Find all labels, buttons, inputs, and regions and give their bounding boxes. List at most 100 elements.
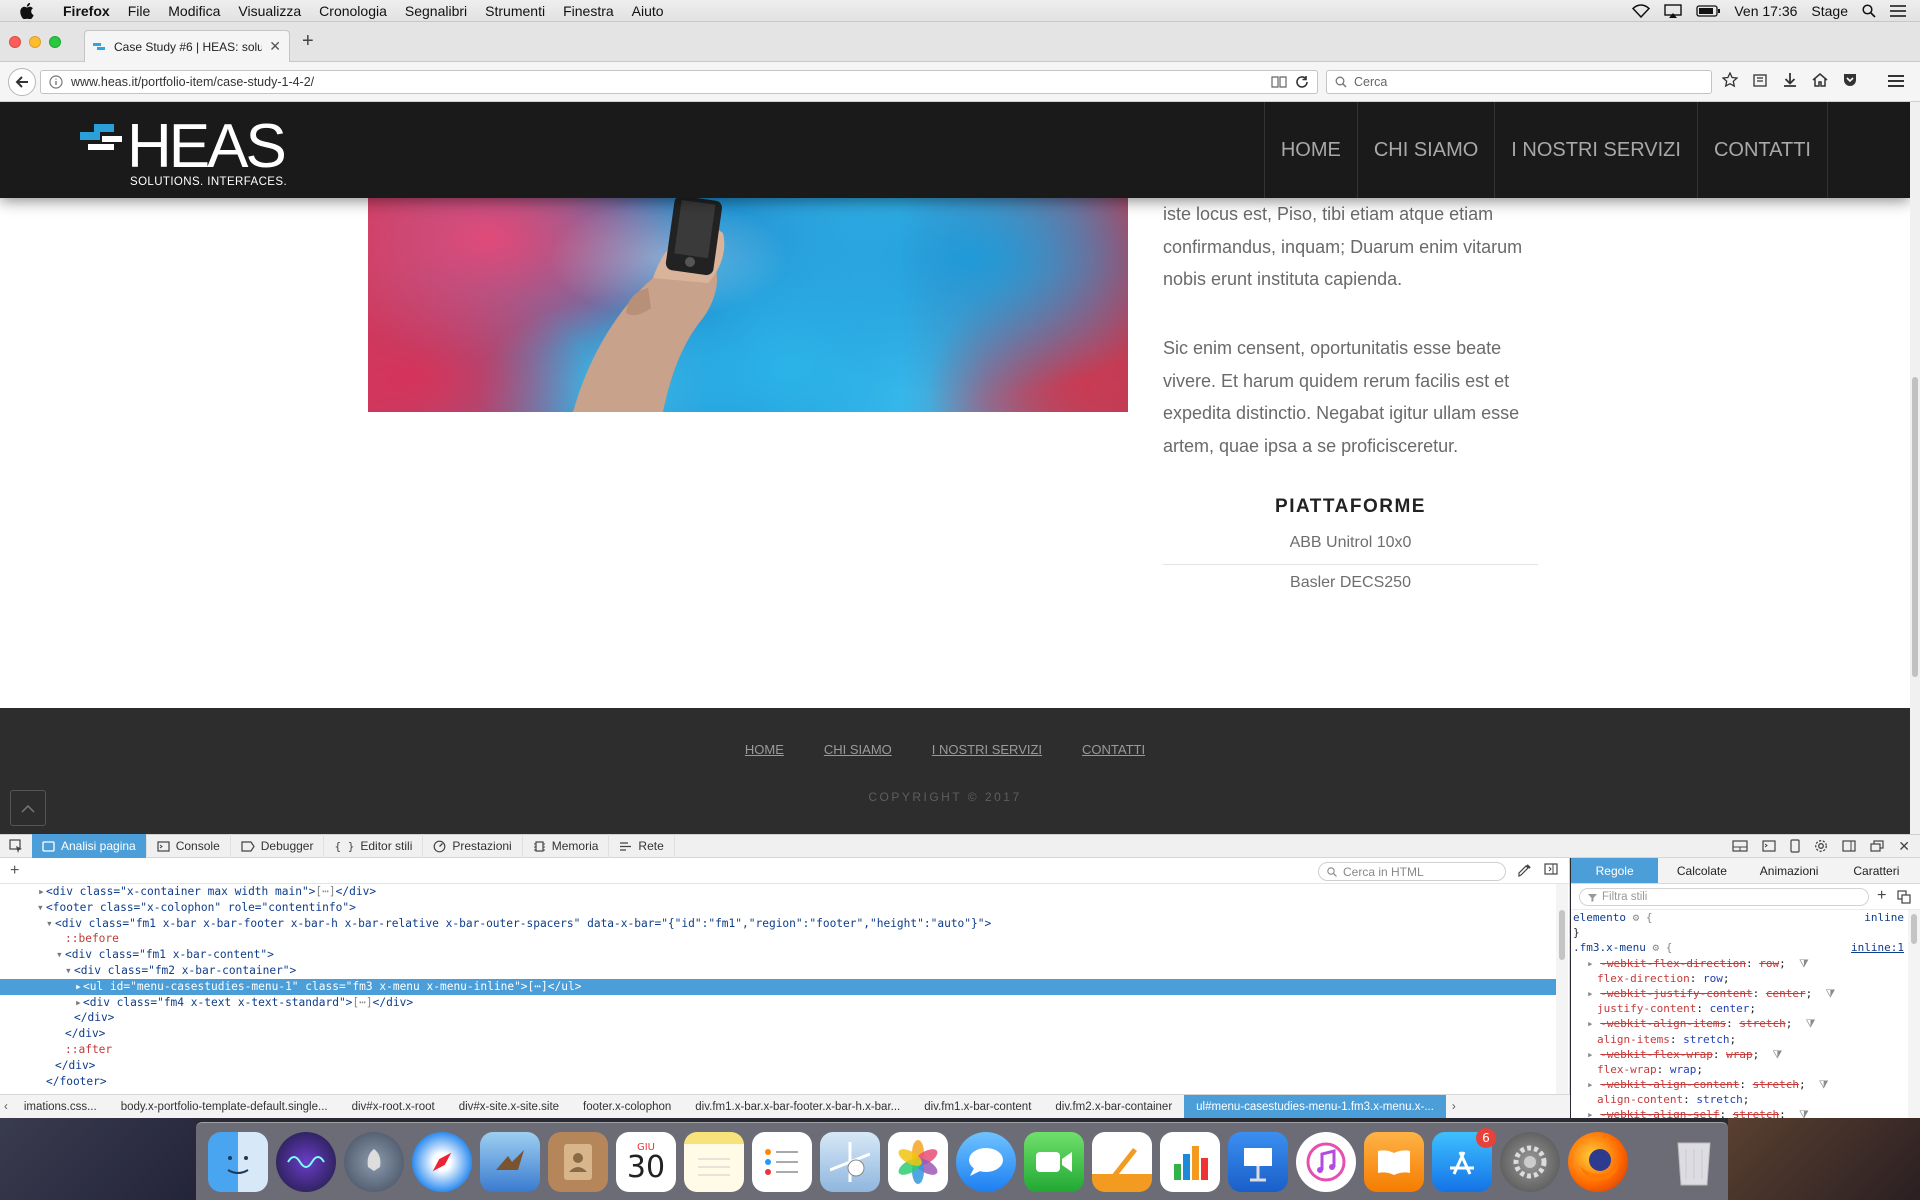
breadcrumb-scroll-right-icon[interactable]: › (1446, 1101, 1462, 1113)
breadcrumb-item-active[interactable]: ul#menu-casestudies-menu-1.fm3.x-menu.x-… (1184, 1095, 1446, 1118)
declaration-overridden[interactable]: ▸ -webkit-flex-wrap: wrap; ⧩ (1573, 1047, 1908, 1062)
declaration[interactable]: align-items: stretch; (1573, 1032, 1908, 1047)
reader-view-icon[interactable] (1271, 76, 1287, 88)
menu-cronologia[interactable]: Cronologia (310, 3, 396, 19)
collapse-arrow-icon[interactable]: ▾ (46, 916, 53, 932)
pages-icon[interactable] (1092, 1131, 1152, 1192)
footer-link-servizi[interactable]: I NOSTRI SERVIZI (932, 742, 1042, 757)
wifi-icon[interactable] (1632, 3, 1651, 18)
bookmarks-library-icon[interactable] (1752, 72, 1768, 88)
breadcrumb-item[interactable]: footer.x-colophon (571, 1095, 683, 1118)
finder-icon[interactable] (208, 1131, 268, 1192)
declaration-overridden[interactable]: ▸ -webkit-justify-content: center; ⧩ (1573, 986, 1908, 1001)
menu-aiuto[interactable]: Aiuto (623, 3, 673, 19)
back-to-top-button[interactable] (10, 790, 46, 826)
contacts-book-icon[interactable] (548, 1131, 608, 1192)
siri-icon[interactable] (276, 1131, 336, 1192)
rule-header[interactable]: .fm3.x-menu ⚙ {inline:1 (1573, 940, 1908, 955)
collapse-arrow-icon[interactable]: ▾ (37, 900, 44, 916)
ibooks-icon[interactable] (1364, 1131, 1424, 1192)
toggle-sidebar-icon[interactable] (1842, 840, 1856, 852)
expand-arrow-icon[interactable]: ▸ (1587, 1048, 1600, 1061)
tab-debugger[interactable]: Debugger (231, 834, 325, 858)
pocket-icon[interactable] (1842, 72, 1858, 88)
declaration-overridden[interactable]: ▸ -webkit-align-self: stretch; ⧩ (1573, 1107, 1908, 1118)
menu-modifica[interactable]: Modifica (159, 3, 229, 19)
markup-node[interactable]: </div> (0, 1058, 1556, 1074)
markup-node[interactable]: ::before (0, 931, 1556, 947)
expand-arrow-icon[interactable]: ▸ (38, 884, 45, 900)
rules-scrollbar-thumb[interactable] (1911, 914, 1917, 944)
firefox-icon[interactable] (1568, 1131, 1628, 1192)
tab-style-editor[interactable]: { } Editor stili (324, 834, 424, 858)
expand-arrow-icon[interactable]: ▸ (1587, 957, 1600, 970)
site-logo[interactable]: HEAS SOLUTIONS. INTERFACES. (80, 116, 287, 188)
declaration-overridden[interactable]: ▸ -webkit-align-items: stretch; ⧩ (1573, 1016, 1908, 1031)
responsive-mode-icon[interactable] (1790, 839, 1800, 853)
breadcrumb-item[interactable]: div#x-site.x-site.site (447, 1095, 571, 1118)
notes-icon[interactable] (684, 1131, 744, 1192)
breadcrumb-item[interactable]: imations.css... (12, 1095, 109, 1118)
declaration[interactable]: justify-content: center; (1573, 1001, 1908, 1016)
tab-computed[interactable]: Calcolate (1658, 858, 1745, 883)
hamburger-menu-icon[interactable] (1888, 74, 1904, 88)
page-scrollbar-thumb[interactable] (1912, 377, 1918, 677)
markup-scrollbar-thumb[interactable] (1559, 910, 1565, 960)
toggle-pseudo-classes-icon[interactable] (1897, 890, 1911, 904)
filter-funnel-icon[interactable]: ⧩ (1786, 957, 1809, 970)
tab-close-icon[interactable]: ✕ (269, 38, 281, 55)
home-icon[interactable] (1812, 72, 1828, 88)
expand-arrow-icon[interactable]: ▸ (1587, 1108, 1600, 1118)
collapse-arrow-icon[interactable]: ▾ (56, 947, 63, 963)
bookmark-star-icon[interactable] (1722, 72, 1738, 88)
downloads-icon[interactable] (1782, 72, 1798, 88)
collapsed-ellipsis-icon[interactable]: [⋯] (528, 980, 548, 993)
window-zoom-button[interactable] (49, 36, 61, 48)
rule-header[interactable]: elemento ⚙ {inline (1573, 910, 1908, 925)
settings-gear-icon[interactable] (1814, 839, 1828, 853)
expand-arrow-icon[interactable]: ▸ (1587, 1078, 1600, 1091)
breadcrumb-item[interactable]: div.fm1.x-bar.x-bar-footer.x-bar-h.x-bar… (683, 1095, 912, 1118)
menubar-clock[interactable]: Ven 17:36 (1734, 3, 1797, 19)
markup-node-selected[interactable]: ▸ <ul id="menu-casestudies-menu-1" class=… (0, 978, 1556, 995)
url-text[interactable]: www.heas.it/portfolio-item/case-study-1-… (71, 75, 1263, 89)
mail-eagle-icon[interactable] (480, 1131, 540, 1192)
calendar-icon[interactable]: GIU 30 (616, 1131, 676, 1192)
breadcrumb-item[interactable]: div#x-root.x-root (340, 1095, 447, 1118)
markup-node[interactable]: </div> (0, 1026, 1556, 1042)
breadcrumb-item[interactable]: body.x-portfolio-template-default.single… (109, 1095, 340, 1118)
keynote-icon[interactable] (1228, 1131, 1288, 1192)
collapsed-ellipsis-icon[interactable]: [⋯] (352, 996, 372, 1009)
new-tab-button[interactable]: + (302, 30, 314, 53)
numbers-icon[interactable] (1160, 1131, 1220, 1192)
window-close-button[interactable] (9, 36, 21, 48)
expand-arrow-icon[interactable]: ▸ (1587, 1017, 1600, 1030)
markup-node[interactable]: ▸ <div class="fm4 x-text x-text-standard"… (0, 995, 1556, 1011)
tab-fonts[interactable]: Caratteri (1833, 858, 1920, 883)
reload-icon[interactable] (1295, 75, 1309, 89)
menubar-user[interactable]: Stage (1811, 3, 1848, 19)
menu-file[interactable]: File (119, 3, 160, 19)
tab-performance[interactable]: Prestazioni (423, 834, 523, 858)
photos-icon[interactable] (888, 1131, 948, 1192)
breadcrumb-scroll-left-icon[interactable]: ‹ (0, 1101, 12, 1113)
markup-node[interactable]: ▾ <footer class="x-colophon" role="conten… (0, 900, 1556, 916)
element-picker-icon[interactable] (0, 839, 32, 853)
back-button[interactable] (8, 68, 36, 96)
launchpad-rocket-icon[interactable] (344, 1131, 404, 1192)
collapse-arrow-icon[interactable]: ▾ (65, 963, 72, 979)
itunes-music-icon[interactable] (1296, 1131, 1356, 1192)
spotlight-search-icon[interactable] (1862, 3, 1876, 18)
expand-arrow-icon[interactable]: ▸ (75, 995, 82, 1011)
tab-rules[interactable]: Regole (1571, 858, 1659, 883)
menu-segnalibri[interactable]: Segnalibri (396, 3, 476, 19)
app-store-icon[interactable]: 6 (1432, 1127, 1496, 1192)
rule-source[interactable]: inline:1 (1851, 940, 1904, 955)
separate-window-icon[interactable] (1870, 840, 1884, 852)
footer-link-home[interactable]: HOME (745, 742, 784, 757)
rule-source[interactable]: inline (1864, 910, 1904, 925)
markup-node[interactable]: </footer> (0, 1074, 1556, 1090)
breadcrumb-item[interactable]: div.fm1.x-bar-content (912, 1095, 1043, 1118)
markup-scrollbar[interactable] (1556, 884, 1568, 1094)
tab-animations[interactable]: Animazioni (1746, 858, 1833, 883)
